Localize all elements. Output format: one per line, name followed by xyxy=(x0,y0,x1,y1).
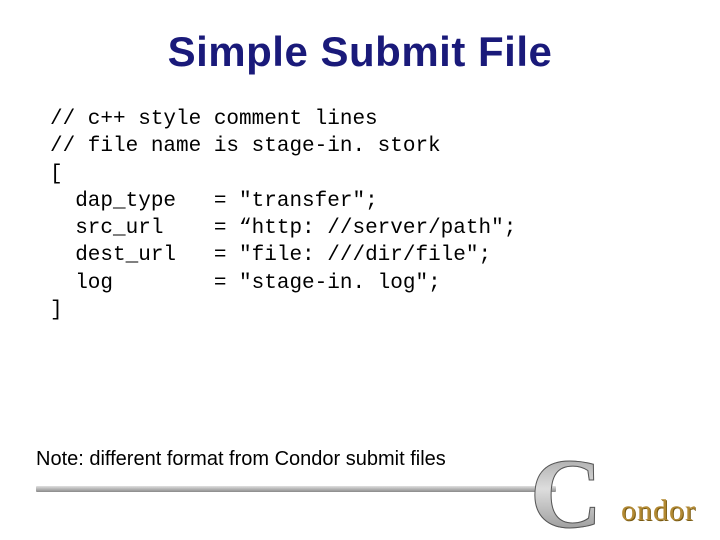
code-row-val: = “http: //server/path"; xyxy=(214,217,516,240)
code-row-key: log xyxy=(50,272,113,295)
condor-logo: C ondor xyxy=(536,448,696,538)
code-row-val: = "stage-in. log"; xyxy=(214,272,441,295)
logo-letter-c: C xyxy=(530,444,602,540)
code-row-val: = "transfer"; xyxy=(214,190,378,213)
code-open-bracket: [ xyxy=(50,163,63,186)
code-row-val: = "file: ///dir/file"; xyxy=(214,244,491,267)
code-comment-1: // c++ style comment lines xyxy=(50,108,378,131)
footnote: Note: different format from Condor submi… xyxy=(36,448,446,471)
slide-title: Simple Submit File xyxy=(0,28,720,76)
code-row-key: dap_type xyxy=(50,190,176,213)
horizontal-rule xyxy=(36,486,556,492)
code-row-key: dest_url xyxy=(50,244,176,267)
code-close-bracket: ] xyxy=(50,299,63,322)
code-row-key: src_url xyxy=(50,217,163,240)
code-comment-2: // file name is stage-in. stork xyxy=(50,135,441,158)
code-block: // c++ style comment lines // file name … xyxy=(50,106,720,324)
logo-text: ondor xyxy=(621,494,696,528)
